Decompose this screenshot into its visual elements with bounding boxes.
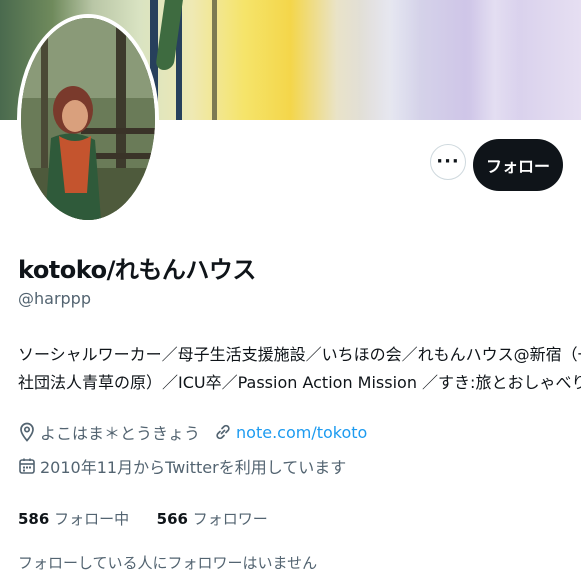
following-count: 586 — [18, 510, 50, 528]
more-horizontal-icon: ··· — [436, 151, 460, 172]
calendar-icon — [19, 458, 35, 474]
profile-meta-row: よこはま＊とうきょう note.com/tokoto — [18, 420, 367, 444]
followers-label: フォロワー — [192, 510, 268, 528]
profile-avatar[interactable] — [17, 14, 159, 224]
bio-line: 社団法人青草の原）／ICU卒／Passion Action Mission ／す… — [18, 373, 581, 392]
profile-bio: ソーシャルワーカー／母子生活支援施設／いちほの会／れもんハウス@新宿（一般 社団… — [18, 341, 581, 397]
bio-line: ソーシャルワーカー／母子生活支援施設／いちほの会／れもんハウス@新宿（一般 — [18, 345, 581, 364]
location-pin-icon — [20, 422, 34, 442]
link-icon — [216, 424, 230, 440]
user-handle: @harppp — [18, 289, 91, 308]
followers-link[interactable]: 566 フォロワー — [157, 510, 268, 528]
follow-button[interactable]: フォロー — [473, 139, 563, 191]
display-name: kotoko/れもんハウス — [18, 256, 256, 284]
join-date-text: 2010年11月からTwitterを利用しています — [40, 458, 347, 477]
more-options-button[interactable]: ··· — [430, 144, 466, 180]
mutual-followers-notice: フォローしている人にフォロワーはいません — [18, 554, 318, 572]
website-link[interactable]: note.com/tokoto — [236, 423, 367, 442]
follow-stats: 586 フォロー中 566 フォロワー — [18, 508, 268, 529]
following-link[interactable]: 586 フォロー中 — [18, 510, 134, 528]
following-label: フォロー中 — [54, 510, 130, 528]
join-date-row: 2010年11月からTwitterを利用しています — [18, 454, 346, 478]
follow-button-label: フォロー — [485, 157, 550, 176]
location-text: よこはま＊とうきょう — [40, 424, 201, 443]
followers-count: 566 — [156, 510, 188, 528]
